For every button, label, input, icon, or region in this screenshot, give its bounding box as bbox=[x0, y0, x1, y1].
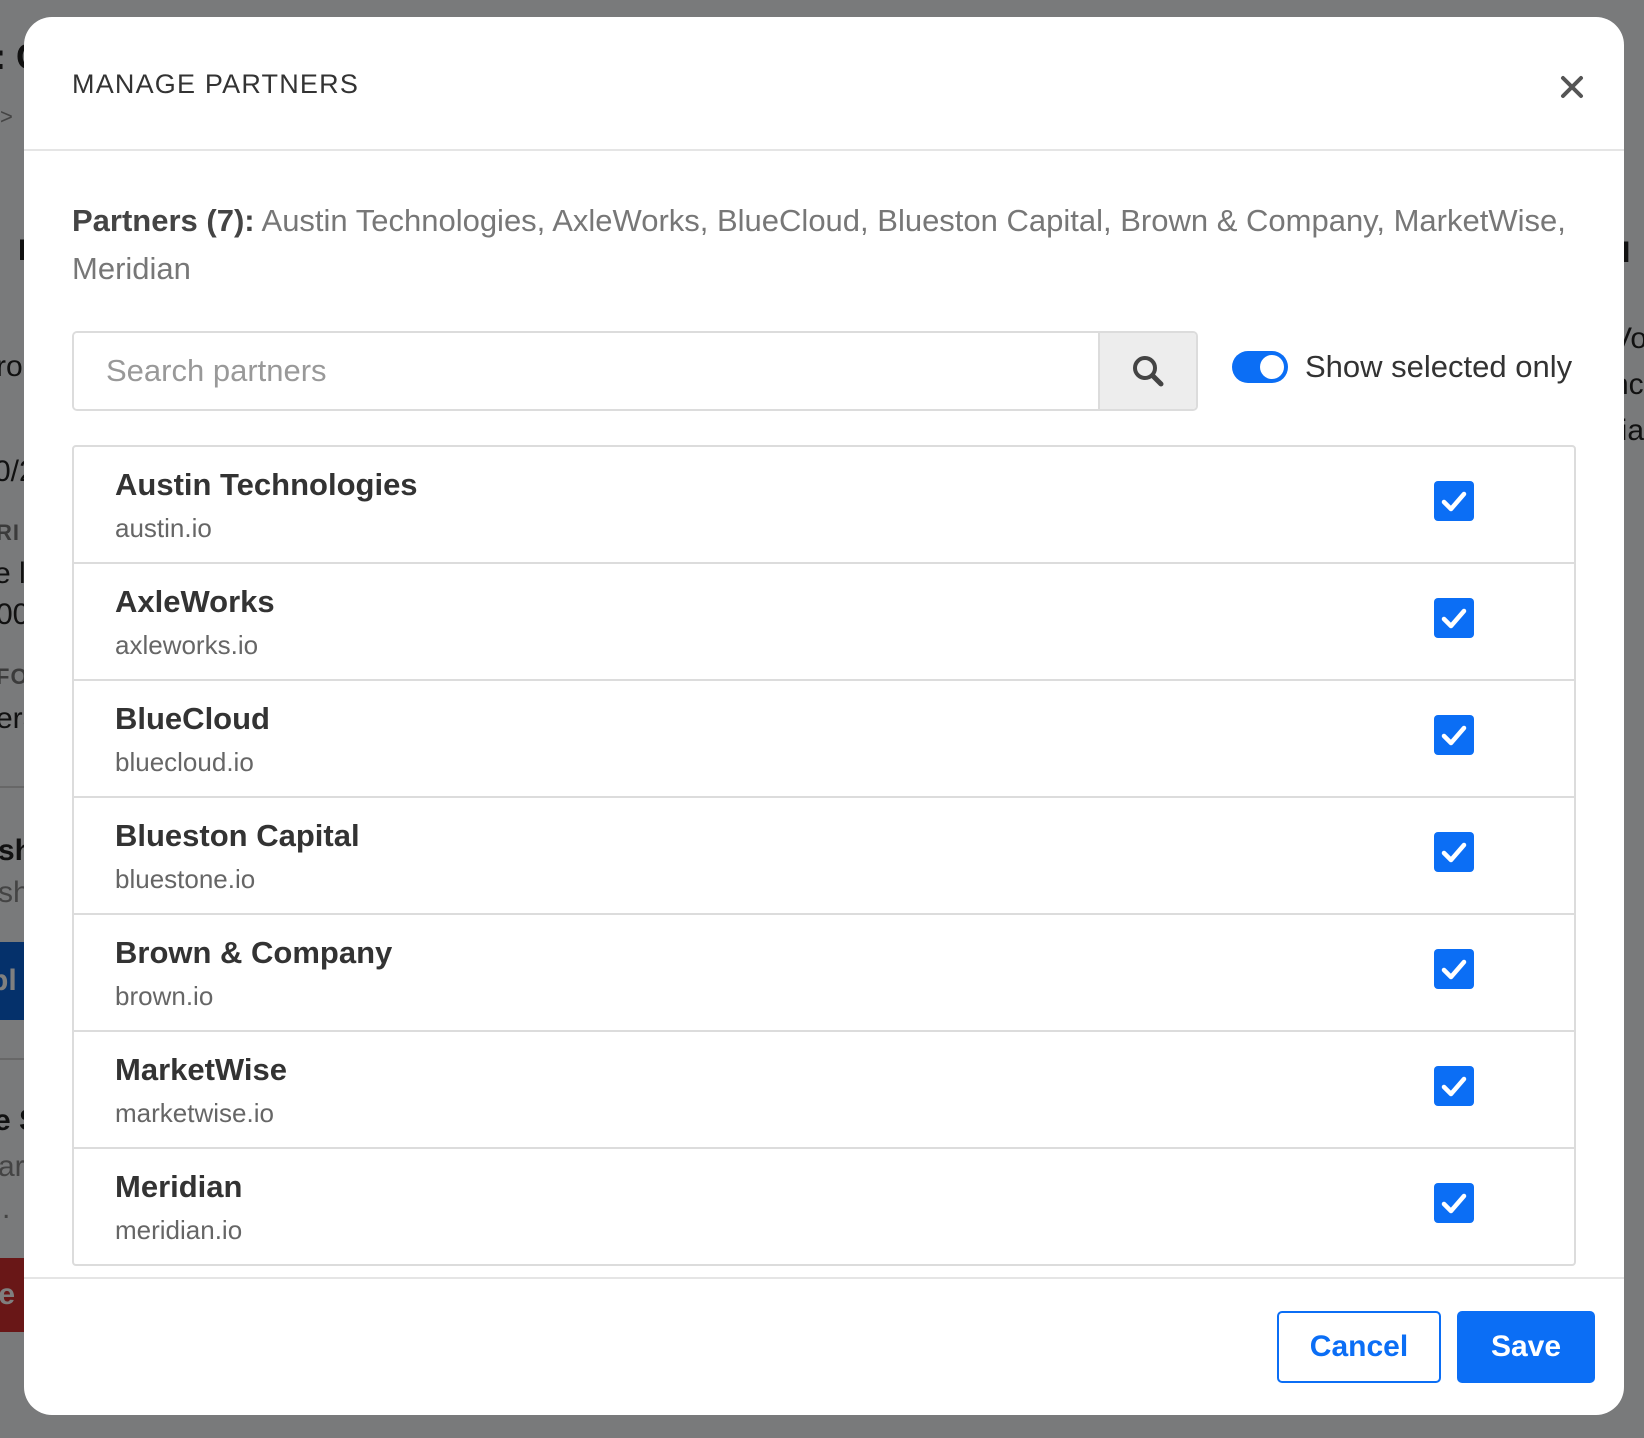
partner-checkbox[interactable] bbox=[1434, 481, 1474, 521]
partner-checkbox[interactable] bbox=[1434, 598, 1474, 638]
partner-name: Meridian bbox=[115, 1169, 243, 1204]
checkmark-icon bbox=[1441, 1076, 1467, 1097]
partner-row-bluecloud[interactable]: BlueCloud bluecloud.io bbox=[74, 681, 1574, 798]
modal-title: MANAGE PARTNERS bbox=[72, 69, 360, 99]
partner-domain: meridian.io bbox=[115, 1215, 243, 1245]
partner-checkbox[interactable] bbox=[1434, 715, 1474, 755]
checkmark-icon bbox=[1441, 725, 1467, 746]
partner-domain: axleworks.io bbox=[115, 630, 259, 660]
partner-name: BlueCloud bbox=[115, 701, 270, 736]
partner-domain: brown.io bbox=[115, 981, 214, 1011]
partner-row-axleworks[interactable]: AxleWorks axleworks.io bbox=[74, 564, 1574, 681]
partner-row-marketwise[interactable]: MarketWise marketwise.io bbox=[74, 1032, 1574, 1149]
partner-name: MarketWise bbox=[115, 1052, 288, 1087]
partner-name: Blueston Capital bbox=[115, 818, 360, 853]
modal-header: MANAGE PARTNERS bbox=[24, 17, 1624, 151]
partners-summary-names: Austin Technologies, AxleWorks, BlueClou… bbox=[72, 203, 1566, 286]
partner-row-austin-technologies[interactable]: Austin Technologies austin.io bbox=[74, 447, 1574, 564]
partner-row-brown-company[interactable]: Brown & Company brown.io bbox=[74, 915, 1574, 1032]
close-icon bbox=[1561, 76, 1583, 98]
checkmark-icon bbox=[1441, 842, 1467, 863]
partner-checkbox[interactable] bbox=[1434, 1183, 1474, 1223]
partner-checkbox[interactable] bbox=[1434, 1066, 1474, 1106]
checkmark-icon bbox=[1441, 1193, 1467, 1214]
partners-summary-label: Partners (7): bbox=[72, 203, 255, 238]
show-selected-toggle[interactable] bbox=[1232, 351, 1288, 383]
partners-summary: Partners (7): Austin Technologies, AxleW… bbox=[72, 197, 1572, 293]
partner-name: AxleWorks bbox=[115, 584, 275, 619]
cancel-button[interactable]: Cancel bbox=[1277, 1311, 1441, 1383]
checkmark-icon bbox=[1441, 608, 1467, 629]
modal-body: Partners (7): Austin Technologies, AxleW… bbox=[72, 151, 1602, 1266]
show-selected-toggle-group: Show selected only bbox=[1232, 349, 1572, 385]
partner-domain: bluecloud.io bbox=[115, 747, 254, 777]
show-selected-label: Show selected only bbox=[1305, 349, 1573, 384]
partner-domain: marketwise.io bbox=[115, 1098, 274, 1128]
partner-row-blueston-capital[interactable]: Blueston Capital bluestone.io bbox=[74, 798, 1574, 915]
save-button[interactable]: Save bbox=[1457, 1311, 1595, 1383]
partner-name: Austin Technologies bbox=[115, 467, 418, 502]
close-button[interactable] bbox=[1552, 67, 1592, 107]
modal-footer: Cancel Save bbox=[24, 1277, 1624, 1415]
checkmark-icon bbox=[1441, 491, 1467, 512]
partner-name: Brown & Company bbox=[115, 935, 393, 970]
partner-row-meridian[interactable]: Meridian meridian.io bbox=[74, 1149, 1574, 1264]
checkmark-icon bbox=[1441, 959, 1467, 980]
search-group bbox=[72, 331, 1198, 411]
search-icon bbox=[1133, 356, 1164, 387]
controls-row: Show selected only bbox=[72, 331, 1602, 411]
partner-checkbox[interactable] bbox=[1434, 832, 1474, 872]
toggle-knob bbox=[1260, 355, 1284, 379]
partner-domain: austin.io bbox=[115, 513, 212, 543]
partner-checkbox[interactable] bbox=[1434, 949, 1474, 989]
manage-partners-modal: MANAGE PARTNERS Partners (7): Austin Tec… bbox=[24, 17, 1624, 1415]
partner-domain: bluestone.io bbox=[115, 864, 256, 894]
partner-list: Austin Technologies austin.io AxleWorks … bbox=[72, 445, 1576, 1266]
search-button[interactable] bbox=[1098, 333, 1196, 409]
search-input[interactable] bbox=[74, 333, 1098, 409]
